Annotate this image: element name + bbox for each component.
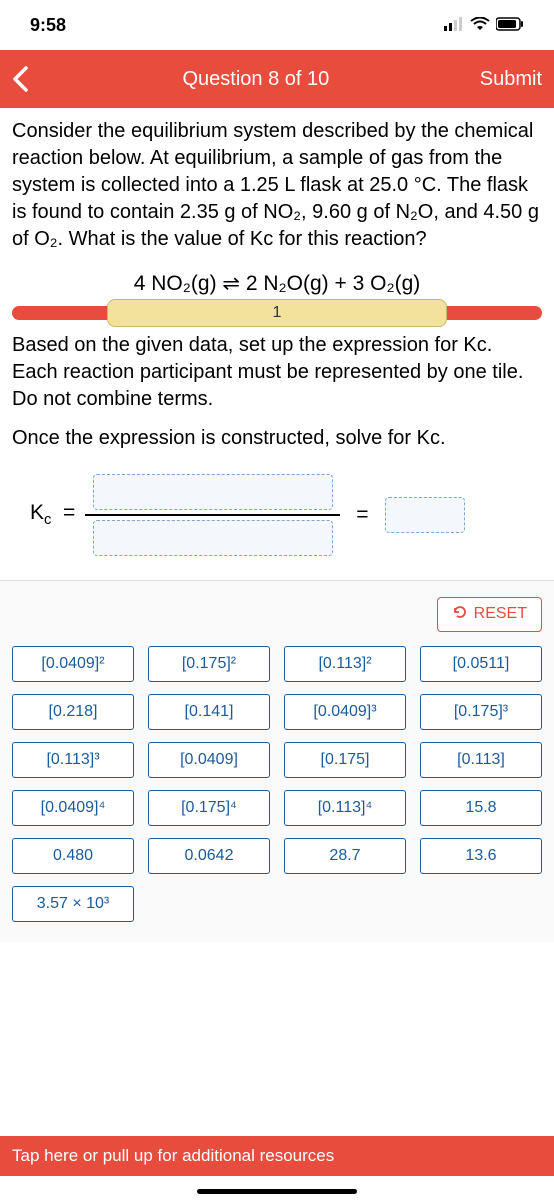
question-prompt: Consider the equilibrium system describe… bbox=[0, 108, 554, 263]
reaction-equation: 4 NO₂(g) ⇌ 2 N₂O(g) + 3 O₂(g) bbox=[0, 271, 554, 296]
numerator-drop[interactable] bbox=[93, 474, 333, 510]
tile[interactable]: [0.113]⁴ bbox=[284, 790, 406, 826]
signal-icon bbox=[444, 15, 464, 36]
tile[interactable]: [0.113]³ bbox=[12, 742, 134, 778]
tile[interactable]: 0.480 bbox=[12, 838, 134, 874]
step-progress: 1 bbox=[0, 306, 554, 320]
wifi-icon bbox=[470, 15, 490, 36]
tile[interactable]: [0.141] bbox=[148, 694, 270, 730]
reset-label: RESET bbox=[474, 605, 527, 623]
tile[interactable]: [0.113]² bbox=[284, 646, 406, 682]
tile[interactable]: [0.175] bbox=[284, 742, 406, 778]
kc-label: Kc = bbox=[30, 501, 75, 528]
kc-expression: Kc = = bbox=[0, 464, 554, 580]
tile[interactable]: 13.6 bbox=[420, 838, 542, 874]
tiles-grid: [0.0409]² [0.175]² [0.113]² [0.0511] [0.… bbox=[12, 646, 542, 922]
step-indicator[interactable]: 1 bbox=[107, 299, 446, 327]
equals-sign: = bbox=[350, 503, 374, 527]
nav-bar: Question 8 of 10 Submit bbox=[0, 50, 554, 108]
instruction-2: Once the expression is constructed, solv… bbox=[0, 425, 554, 464]
home-indicator[interactable] bbox=[197, 1189, 357, 1194]
result-drop[interactable] bbox=[385, 497, 465, 533]
tile[interactable]: 28.7 bbox=[284, 838, 406, 874]
instruction-1: Based on the given data, set up the expr… bbox=[0, 332, 554, 425]
tile[interactable]: 3.57 × 10³ bbox=[12, 886, 134, 922]
tile[interactable]: [0.175]³ bbox=[420, 694, 542, 730]
tile[interactable]: [0.0409]² bbox=[12, 646, 134, 682]
tile[interactable]: 15.8 bbox=[420, 790, 542, 826]
resources-bar[interactable]: Tap here or pull up for additional resou… bbox=[0, 1136, 554, 1176]
status-icons bbox=[444, 15, 524, 36]
tile[interactable]: [0.175]² bbox=[148, 646, 270, 682]
submit-button[interactable]: Submit bbox=[480, 68, 542, 91]
status-bar: 9:58 bbox=[0, 0, 554, 50]
tile[interactable]: 0.0642 bbox=[148, 838, 270, 874]
denominator-drop[interactable] bbox=[93, 520, 333, 556]
tile[interactable]: [0.0409]⁴ bbox=[12, 790, 134, 826]
tile-area: RESET [0.0409]² [0.175]² [0.113]² [0.051… bbox=[0, 580, 554, 942]
tile[interactable]: [0.0409] bbox=[148, 742, 270, 778]
tile[interactable]: [0.0511] bbox=[420, 646, 542, 682]
nav-title: Question 8 of 10 bbox=[52, 68, 480, 91]
reset-button[interactable]: RESET bbox=[437, 597, 542, 632]
progress-track: 1 bbox=[12, 306, 542, 320]
back-button[interactable] bbox=[12, 66, 52, 92]
tile[interactable]: [0.0409]³ bbox=[284, 694, 406, 730]
reset-icon bbox=[452, 604, 468, 625]
status-time: 9:58 bbox=[30, 15, 66, 36]
fraction bbox=[85, 474, 340, 556]
tile[interactable]: [0.175]⁴ bbox=[148, 790, 270, 826]
tile[interactable]: [0.113] bbox=[420, 742, 542, 778]
battery-icon bbox=[496, 15, 524, 36]
fraction-line bbox=[85, 514, 340, 516]
tile[interactable]: [0.218] bbox=[12, 694, 134, 730]
